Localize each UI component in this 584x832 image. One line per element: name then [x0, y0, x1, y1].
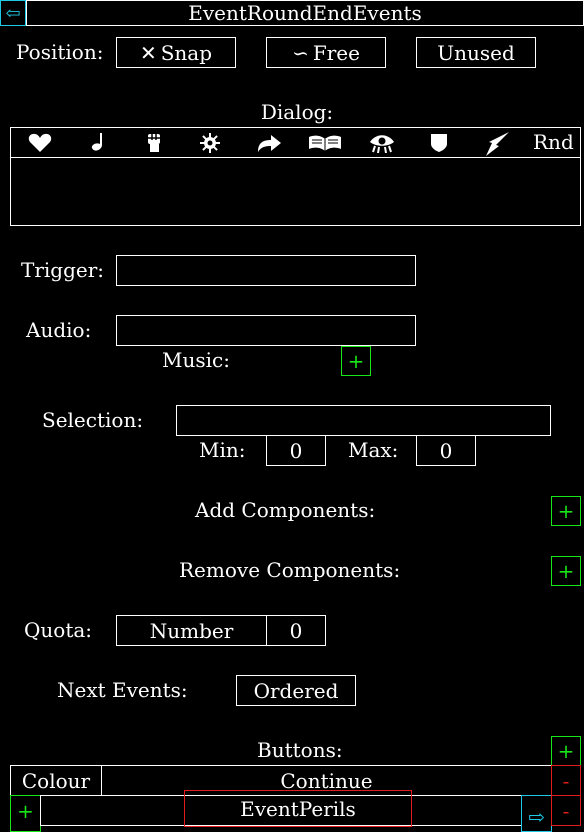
dialog-label: Dialog:	[260, 100, 334, 124]
title-bar: EventRoundEndEvents	[26, 0, 584, 26]
add-music-button[interactable]: +	[341, 346, 371, 376]
back-arrow-icon: ⇦	[5, 2, 21, 24]
fist-icon[interactable]	[145, 132, 163, 154]
random-button[interactable]: Rnd	[533, 132, 574, 152]
gear-icon[interactable]	[200, 133, 220, 153]
add-next-event-button[interactable]: +	[10, 795, 41, 832]
position-label: Position:	[16, 40, 104, 64]
trigger-input[interactable]	[116, 255, 416, 286]
minus-icon: -	[562, 798, 570, 823]
plus-icon: +	[557, 739, 575, 763]
next-events-label: Next Events:	[57, 678, 188, 702]
min-label: Min:	[199, 438, 246, 462]
add-components-button[interactable]: +	[551, 496, 581, 526]
plus-icon: +	[347, 349, 365, 373]
position-free-button[interactable]: ∽ Free	[266, 37, 386, 68]
selection-input[interactable]	[176, 405, 551, 436]
min-field[interactable]: 0	[266, 435, 326, 466]
quota-value-field[interactable]: 0	[266, 615, 326, 646]
eye-icon[interactable]	[369, 133, 395, 153]
buttons-label: Buttons:	[257, 738, 343, 762]
shield-icon[interactable]	[430, 133, 448, 153]
max-field[interactable]: 0	[416, 435, 476, 466]
remove-components-add-button[interactable]: +	[551, 556, 581, 586]
go-to-event-button[interactable]: ⇨	[521, 795, 552, 832]
plus-icon: +	[17, 798, 34, 823]
quota-type-button[interactable]: Number	[116, 615, 267, 646]
heart-icon[interactable]	[28, 133, 52, 153]
page-title: EventRoundEndEvents	[188, 1, 422, 25]
position-unused-button[interactable]: Unused	[416, 37, 536, 68]
note-icon[interactable]	[90, 133, 108, 153]
close-icon: ✕	[139, 40, 157, 65]
button-event-field[interactable]: EventPerils	[184, 790, 412, 827]
add-button-button[interactable]: +	[551, 736, 581, 766]
forward-arrow-icon: ⇨	[528, 804, 545, 829]
audio-input[interactable]	[116, 315, 416, 346]
selection-label: Selection:	[42, 408, 144, 432]
next-events-mode-button[interactable]: Ordered	[236, 675, 356, 706]
tilde-icon: ∽	[292, 40, 309, 65]
audio-label: Audio:	[26, 318, 92, 342]
remove-button-button[interactable]: -	[551, 765, 581, 796]
dialog-text-area[interactable]	[10, 157, 581, 226]
max-label: Max:	[348, 438, 399, 462]
remove-components-label: Remove Components:	[179, 558, 401, 582]
minus-icon: -	[562, 768, 570, 793]
back-button[interactable]: ⇦	[0, 0, 26, 26]
add-components-label: Add Components:	[195, 498, 376, 522]
remove-event-button[interactable]: -	[551, 795, 581, 826]
button-colour-field[interactable]: Colour	[10, 765, 102, 796]
arrow-icon[interactable]	[256, 134, 282, 154]
dialog-toolbar: Rnd	[10, 127, 581, 158]
bolt-icon[interactable]	[484, 131, 510, 157]
plus-icon: +	[557, 499, 575, 523]
book-icon[interactable]	[308, 134, 342, 152]
trigger-label: Trigger:	[21, 258, 105, 282]
position-snap-button[interactable]: ✕ Snap	[116, 37, 236, 68]
plus-icon: +	[557, 559, 575, 583]
music-label: Music:	[162, 348, 230, 372]
quota-label: Quota:	[24, 618, 93, 642]
